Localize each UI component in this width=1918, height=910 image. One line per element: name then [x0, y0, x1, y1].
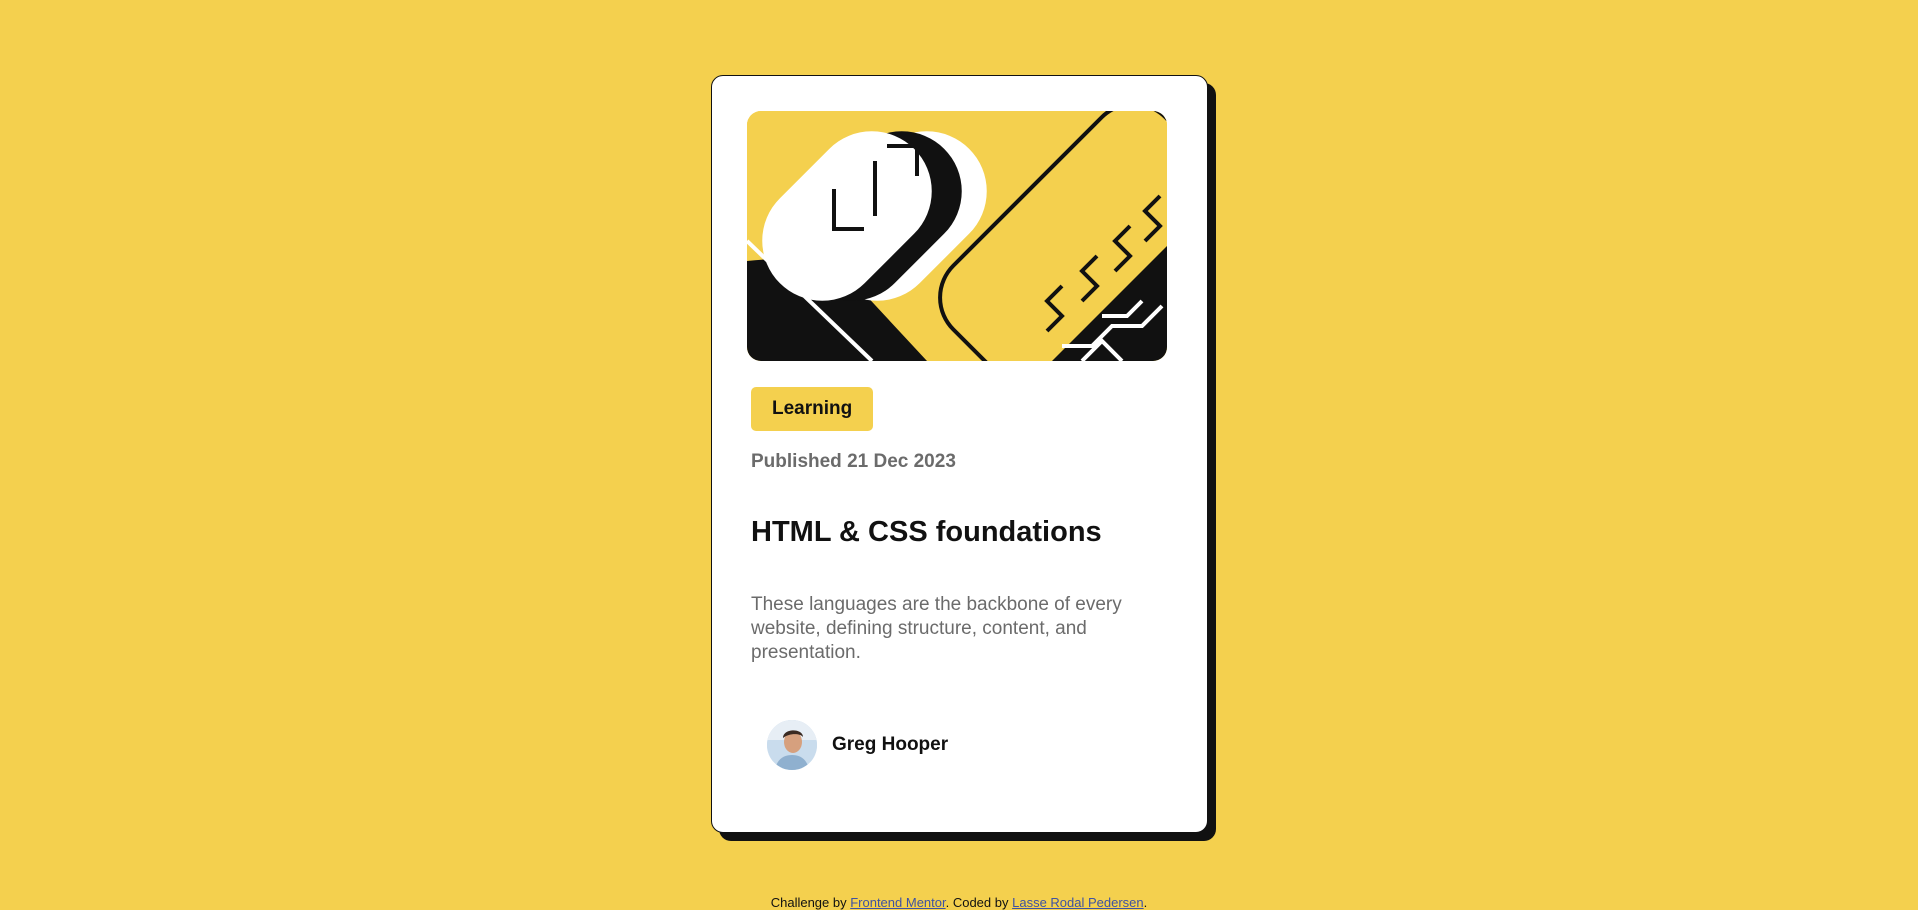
attribution-middle: . Coded by: [945, 895, 1013, 910]
author-link[interactable]: Lasse Rodal Pedersen: [1012, 895, 1144, 910]
card-title[interactable]: HTML & CSS foundations: [751, 516, 1102, 549]
published-date: Published 21 Dec 2023: [751, 451, 956, 472]
author: Greg Hooper: [767, 720, 948, 770]
author-name: Greg Hooper: [832, 734, 949, 755]
blog-card: Learning Published 21 Dec 2023 HTML & CS…: [711, 75, 1208, 833]
attribution-prefix: Challenge by: [770, 895, 851, 910]
card-description: These languages are the backbone of ever…: [751, 594, 1122, 663]
frontend-mentor-link[interactable]: Frontend Mentor: [850, 895, 945, 910]
hero-illustration: [747, 111, 1167, 361]
attribution: Challenge by Frontend Mentor. Coded by L…: [0, 895, 1918, 910]
attribution-suffix: .: [1143, 895, 1148, 910]
category-tag: Learning: [751, 387, 874, 431]
avatar: [767, 720, 817, 770]
